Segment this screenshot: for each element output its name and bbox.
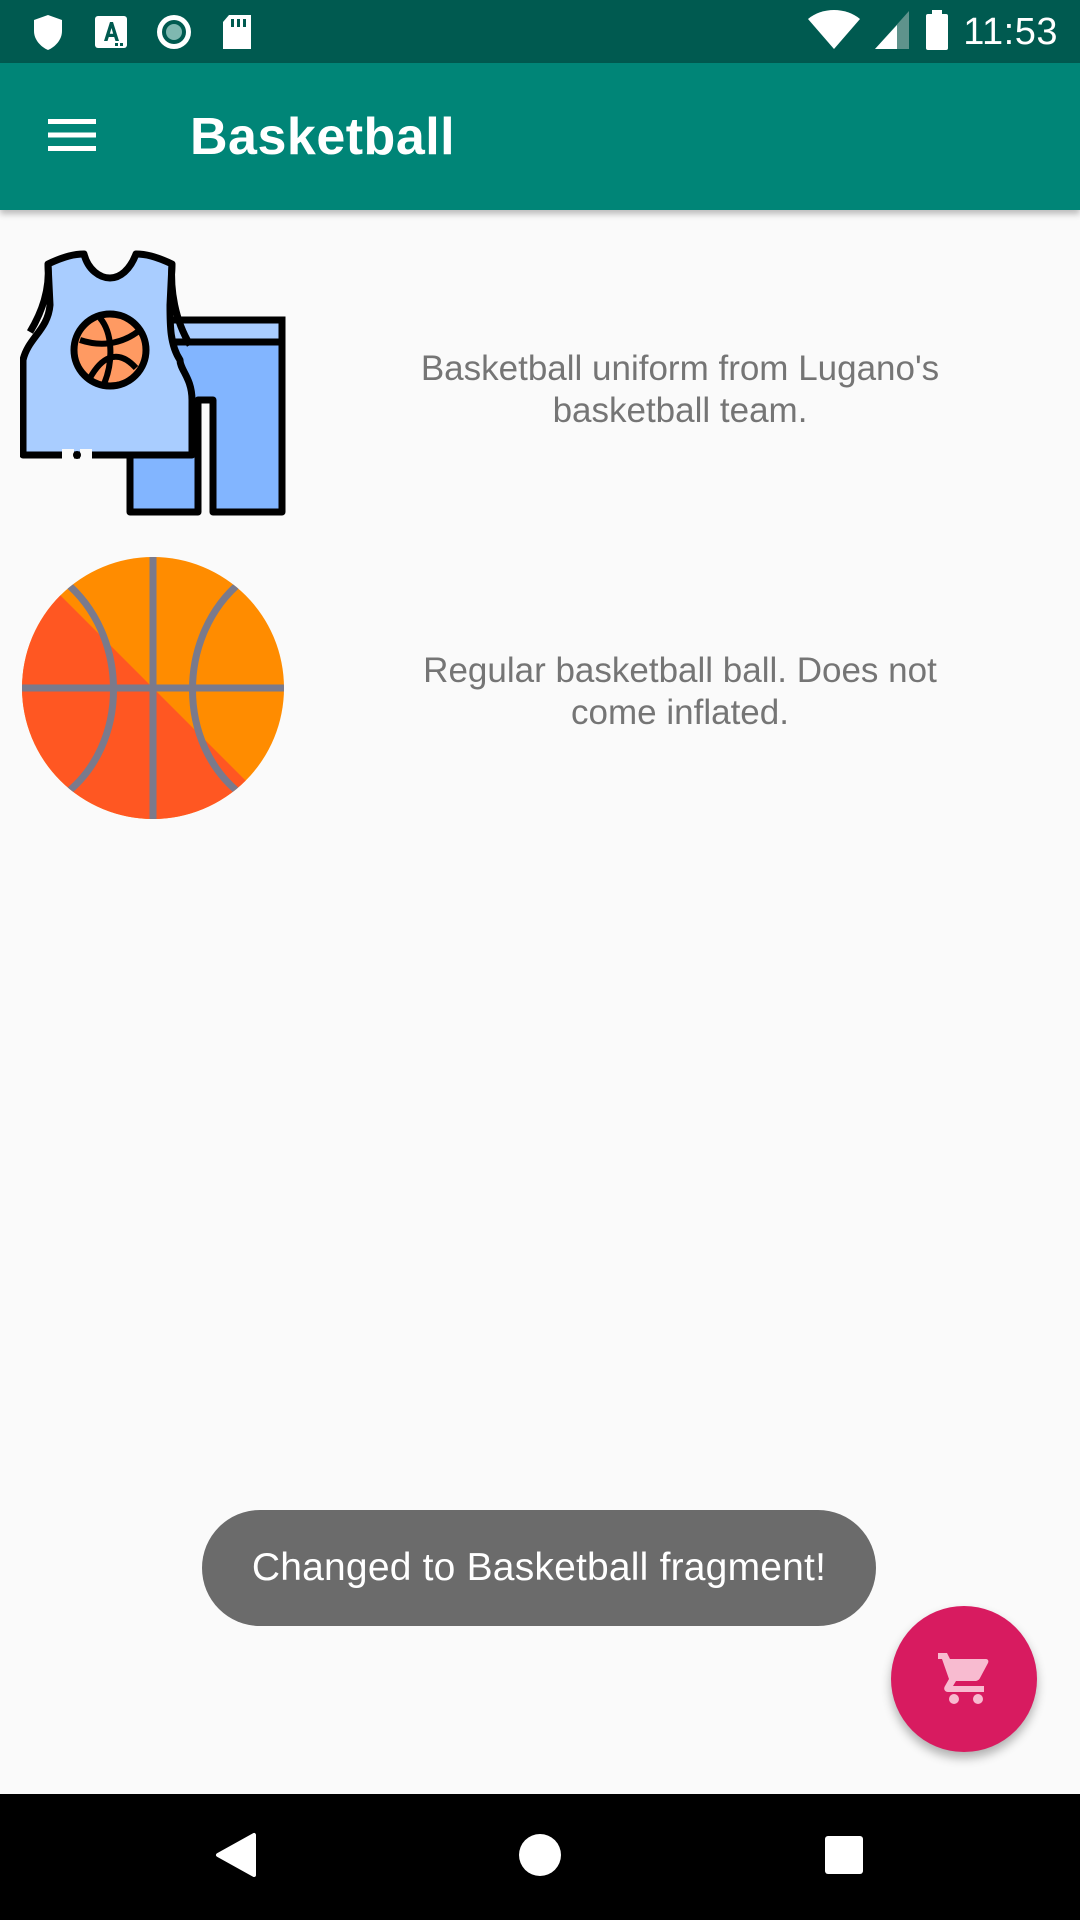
toast-message: Changed to Basketball fragment! — [202, 1510, 876, 1626]
basketball-uniform-icon — [19, 250, 286, 516]
battery-icon — [923, 9, 951, 56]
status-bar-notification-icons — [28, 12, 280, 52]
back-icon — [214, 1831, 258, 1884]
hamburger-menu-icon — [46, 115, 98, 160]
product-description: Regular basketball ball. Does not come i… — [423, 651, 937, 732]
list-item[interactable]: Basketball uniform from Lugano's basketb… — [0, 250, 1080, 520]
home-icon — [518, 1833, 562, 1882]
system-navigation-bar — [0, 1794, 1080, 1920]
back-button[interactable] — [206, 1827, 266, 1887]
status-bar-time: 11:53 — [963, 10, 1058, 53]
record-icon — [154, 12, 194, 52]
product-description: Basketball uniform from Lugano's basketb… — [420, 349, 940, 430]
navigation-drawer-button[interactable] — [40, 107, 104, 167]
shopping-cart-icon — [934, 1647, 994, 1712]
shield-icon — [28, 12, 68, 52]
recents-icon — [823, 1834, 865, 1881]
app-bar: Basketball — [0, 63, 1080, 210]
home-button[interactable] — [510, 1827, 570, 1887]
recents-button[interactable] — [814, 1827, 874, 1887]
list-item[interactable]: Regular basketball ball. Does not come i… — [0, 555, 1080, 825]
accessibility-a-icon — [91, 12, 131, 52]
status-bar: 11:53 — [0, 0, 1080, 63]
basketball-ball-icon — [20, 555, 286, 821]
sd-card-icon — [217, 12, 257, 52]
cellular-signal-icon — [873, 9, 911, 56]
page-title: Basketball — [190, 108, 456, 166]
wifi-icon — [807, 9, 861, 56]
cart-fab-button[interactable] — [891, 1606, 1037, 1752]
status-bar-system-icons: 11:53 — [795, 8, 1058, 56]
